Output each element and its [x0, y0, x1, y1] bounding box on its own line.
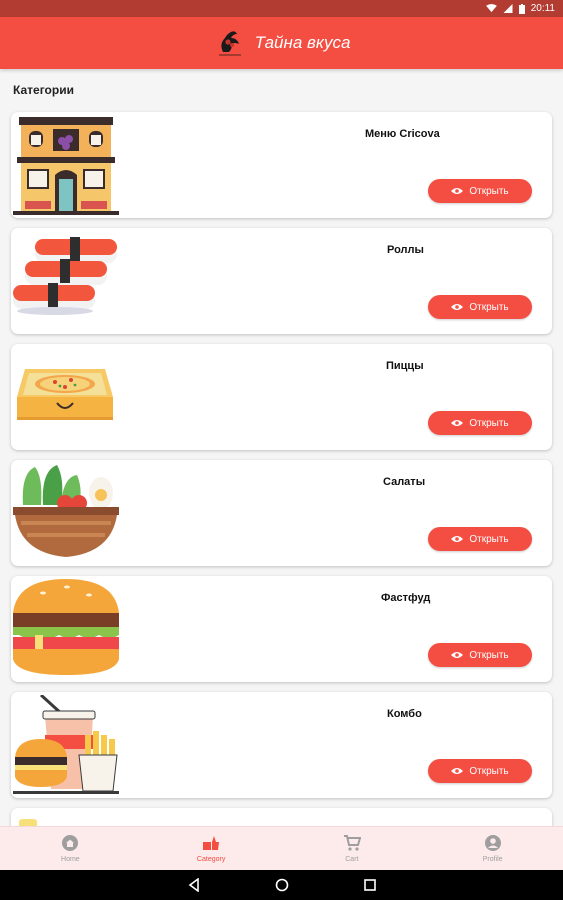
eye-icon — [451, 304, 464, 310]
combo-meal-icon — [13, 695, 119, 794]
cart-icon — [343, 835, 361, 851]
category-card-cricova[interactable]: Меню Cricova Открыть — [11, 112, 552, 218]
sushi-rolls-icon — [13, 237, 117, 315]
nav-home[interactable]: Home — [0, 827, 141, 870]
app-bar: Тайна вкуса — [0, 17, 563, 69]
category-icon — [203, 836, 220, 850]
back-icon[interactable] — [187, 878, 201, 892]
eye-icon — [451, 768, 464, 774]
open-button[interactable]: Открыть — [428, 295, 532, 319]
bottom-navigation: Home Category Cart Profile — [0, 826, 563, 870]
category-title: Пиццы — [386, 360, 424, 372]
open-button[interactable]: Открыть — [428, 527, 532, 551]
signal-icon — [503, 4, 513, 13]
open-button-label: Открыть — [469, 417, 509, 429]
open-button-label: Открыть — [469, 765, 509, 777]
nav-label: Cart — [345, 856, 359, 863]
category-card-salads[interactable]: Салаты Открыть — [11, 460, 552, 566]
home-icon — [62, 835, 79, 851]
section-label: Категории — [13, 83, 74, 97]
nav-label: Profile — [482, 856, 503, 863]
nav-profile[interactable]: Profile — [422, 827, 563, 870]
category-card-pizza[interactable]: Пиццы Открыть — [11, 344, 552, 450]
status-time: 20:11 — [530, 3, 555, 14]
open-button[interactable]: Открыть — [428, 411, 532, 435]
nav-cart[interactable]: Cart — [282, 827, 423, 870]
open-button[interactable]: Открыть — [428, 179, 532, 203]
category-title: Фастфуд — [381, 592, 431, 604]
profile-icon — [484, 835, 501, 851]
eye-icon — [451, 536, 464, 542]
nav-label: Home — [61, 856, 80, 863]
open-button[interactable]: Открыть — [428, 643, 532, 667]
app-logo — [213, 26, 247, 60]
eye-icon — [451, 652, 464, 658]
open-button-label: Открыть — [469, 185, 509, 197]
next-category-icon — [19, 819, 37, 826]
pizza-box-icon — [17, 369, 113, 420]
home-circle-icon[interactable] — [275, 878, 289, 892]
battery-icon — [518, 3, 525, 14]
open-button[interactable]: Открыть — [428, 759, 532, 783]
nav-category[interactable]: Category — [141, 827, 282, 870]
app-title: Тайна вкуса — [254, 33, 351, 52]
wifi-icon — [485, 4, 497, 13]
category-card-fastfood[interactable]: Фастфуд Открыть — [11, 576, 552, 682]
system-navigation-bar — [0, 870, 563, 900]
open-button-label: Открыть — [469, 649, 509, 661]
open-button-label: Открыть — [469, 533, 509, 545]
category-card-combo[interactable]: Комбо Открыть — [11, 692, 552, 798]
salad-bowl-icon — [13, 465, 119, 557]
category-title: Салаты — [383, 476, 426, 488]
open-button-label: Открыть — [469, 301, 509, 313]
category-title: Роллы — [387, 244, 424, 256]
status-bar: 20:11 — [0, 0, 563, 17]
eye-icon — [451, 420, 464, 426]
restaurant-building-icon — [13, 117, 119, 215]
category-title: Меню Cricova — [365, 128, 440, 140]
category-card-rolls[interactable]: Роллы Открыть — [11, 228, 552, 334]
burger-icon — [13, 579, 119, 675]
category-list[interactable]: Меню Cricova Открыть Роллы Открыть Пиццы… — [0, 110, 563, 826]
recents-icon[interactable] — [363, 878, 377, 892]
eye-icon — [451, 188, 464, 194]
category-title: Комбо — [387, 708, 422, 720]
category-card-partial[interactable] — [11, 808, 552, 826]
nav-label: Category — [196, 856, 226, 863]
